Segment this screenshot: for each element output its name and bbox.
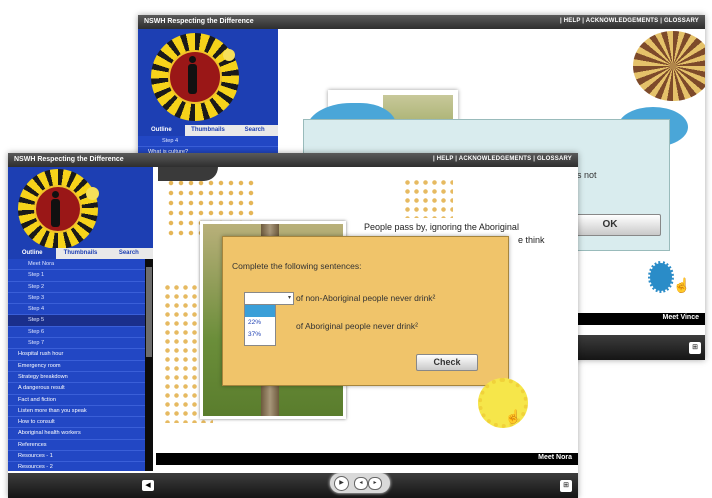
back-caption: Meet Vince (578, 313, 705, 325)
back-tabs: Outline Thumbnails Search (138, 125, 278, 136)
back-tab-outline[interactable]: Outline (138, 125, 185, 136)
outline-item[interactable]: Step 5 (8, 315, 145, 327)
figure-head (52, 191, 59, 198)
fullscreen-icon[interactable]: ⊞ (689, 342, 701, 354)
back-header-links[interactable]: | HELP | ACKNOWLEDGEMENTS | GLOSSARY (560, 18, 699, 24)
front-navbar: ◀ ▶ ◂ ▸ ⊞ (8, 473, 578, 498)
outline-item[interactable]: Step 7 (8, 338, 145, 350)
figure-body (188, 64, 197, 94)
dotted-decoration (403, 178, 453, 218)
outline-item[interactable]: Aboriginal health workers (8, 428, 145, 440)
body-text-line2: e think (518, 235, 545, 245)
outline-item[interactable]: Strategy breakdown (8, 372, 145, 384)
sun-dot (86, 187, 99, 200)
outline-scrollbar[interactable] (145, 259, 153, 471)
back-titlebar: NSWH Respecting the Difference | HELP | … (138, 15, 705, 29)
playback-controls: ▶ ◂ ▸ (330, 473, 390, 493)
sun-dot (223, 49, 235, 61)
dropdown-option[interactable] (245, 305, 275, 317)
outline-item[interactable]: Resources - 1 (8, 451, 145, 463)
speaker-icon[interactable]: ◀ (142, 480, 154, 491)
dropdown-option[interactable]: 22% (245, 317, 275, 329)
outline-item[interactable]: Resources - 2 (8, 462, 145, 471)
tab-thumbnails[interactable]: Thumbnails (56, 248, 104, 259)
rewind-icon[interactable]: ◂ (354, 477, 368, 490)
outline-item[interactable]: Emergency room (8, 361, 145, 372)
outline-item[interactable]: Step 4 (8, 304, 145, 316)
outline-item[interactable]: Hospital rush hour (8, 349, 145, 361)
fullscreen-icon[interactable]: ⊞ (560, 480, 572, 492)
body-text-line1: People pass by, ignoring the Aboriginal (364, 222, 519, 232)
front-tabs: Outline Thumbnails Search (8, 248, 153, 259)
figure-body (51, 199, 60, 227)
back-caption-text: Meet Vince (662, 314, 699, 321)
outline-item[interactable]: How to consult (8, 417, 145, 429)
scrollbar-thumb[interactable] (146, 267, 152, 357)
outline-item[interactable]: Step 1 (8, 270, 145, 282)
chevron-down-icon: ▾ (287, 295, 291, 301)
outline-item[interactable]: Fact and fiction (8, 395, 145, 406)
back-tab-thumbnails[interactable]: Thumbnails (185, 125, 232, 136)
outline-item[interactable]: References (8, 440, 145, 452)
dropdown-option[interactable]: 37% (245, 329, 275, 341)
front-caption: Meet Nora (156, 453, 578, 465)
back-logo (138, 29, 278, 125)
outline-item[interactable]: Step 6 (8, 327, 145, 339)
forward-icon[interactable]: ▸ (368, 477, 382, 490)
front-caption-text: Meet Nora (538, 454, 572, 461)
hand-cursor-icon: ☝ (505, 409, 522, 424)
back-app-title: NSWH Respecting the Difference (144, 18, 254, 25)
figure-head (189, 56, 196, 63)
play-icon[interactable]: ▶ (334, 476, 349, 491)
outline-item[interactable]: A dangerous result (8, 383, 145, 395)
sentence-2: of Aboriginal people never drink² (296, 321, 418, 331)
outline-item[interactable]: Step 2 (8, 282, 145, 293)
tab-outline[interactable]: Outline (8, 248, 57, 259)
tab-search[interactable]: Search (105, 248, 153, 259)
check-button[interactable]: Check (416, 354, 478, 371)
outline-item[interactable]: Listen more than you speak (8, 406, 145, 418)
back-outline-item[interactable]: Step 4 (138, 136, 278, 148)
outline-list: Meet Nora Step 1 Step 2 Step 3 Step 4 Step 5S… (8, 259, 145, 471)
front-titlebar: NSWH Respecting the Difference | HELP | … (8, 153, 578, 167)
paisley-icon[interactable] (648, 261, 674, 293)
outline-item[interactable]: Meet Nora (8, 259, 145, 271)
quiz-question: Complete the following sentences: (232, 261, 362, 271)
decorative-dot-circle (633, 31, 705, 101)
front-header-links[interactable]: | HELP | ACKNOWLEDGEMENTS | GLOSSARY (433, 156, 572, 162)
front-app-title: NSWH Respecting the Difference (14, 156, 124, 163)
dropdown-options: 22% 37% (244, 304, 276, 346)
back-tab-search[interactable]: Search (231, 125, 278, 136)
back-navbar: ⊞ (578, 335, 705, 360)
hand-cursor-icon: ☝ (673, 277, 691, 293)
quiz-dialog: Complete the following sentences: ▾ 22% … (222, 236, 509, 386)
front-logo (8, 167, 153, 248)
outline-item[interactable]: Step 3 (8, 293, 145, 305)
dark-arc-decoration (158, 167, 218, 181)
sentence-1: of non-Aboriginal people never drink² (296, 293, 436, 303)
front-window: NSWH Respecting the Difference | HELP | … (8, 153, 578, 498)
